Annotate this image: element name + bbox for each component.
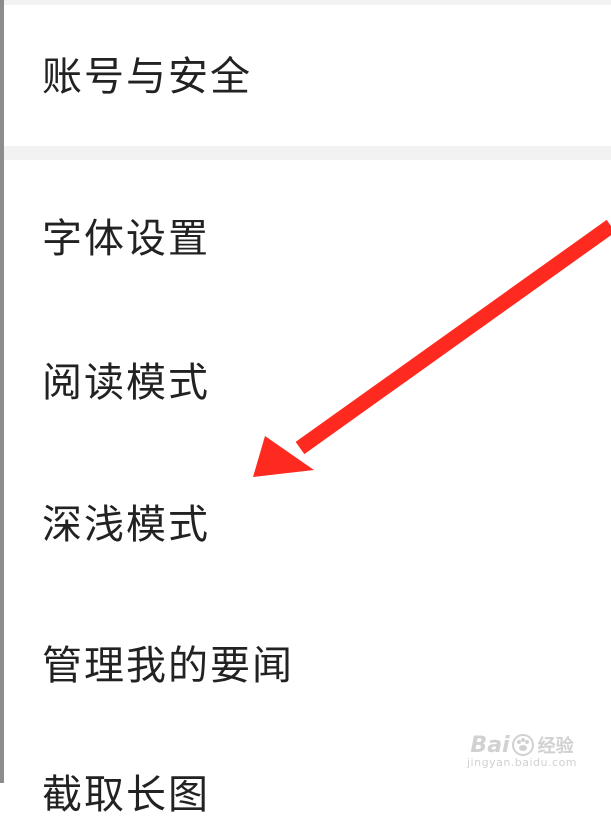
settings-item-label: 阅读模式: [42, 360, 210, 406]
settings-item-font[interactable]: 字体设置: [4, 180, 611, 290]
paw-icon: [511, 734, 534, 756]
settings-item-label: 管理我的要闻: [42, 643, 294, 689]
baidu-jingyan-watermark: Bai 经验 jingyan.baidu.com: [467, 732, 578, 770]
settings-item-label: 截取长图: [42, 772, 210, 818]
settings-item-label: 账号与安全: [42, 54, 252, 100]
top-divider: [4, 0, 611, 5]
watermark-brand-suffix: 经验: [537, 736, 574, 757]
section-divider: [4, 146, 611, 160]
settings-item-manage-news[interactable]: 管理我的要闻: [4, 607, 611, 717]
watermark-domain: jingyan.baidu.com: [467, 756, 578, 769]
settings-item-reading-mode[interactable]: 阅读模式: [4, 324, 611, 434]
watermark-brand: Bai: [470, 732, 510, 758]
settings-item-dark-mode[interactable]: 深浅模式: [4, 466, 611, 576]
settings-item-label: 深浅模式: [42, 502, 210, 548]
settings-item-account-security[interactable]: 账号与安全: [4, 18, 611, 128]
settings-item-label: 字体设置: [42, 216, 210, 262]
